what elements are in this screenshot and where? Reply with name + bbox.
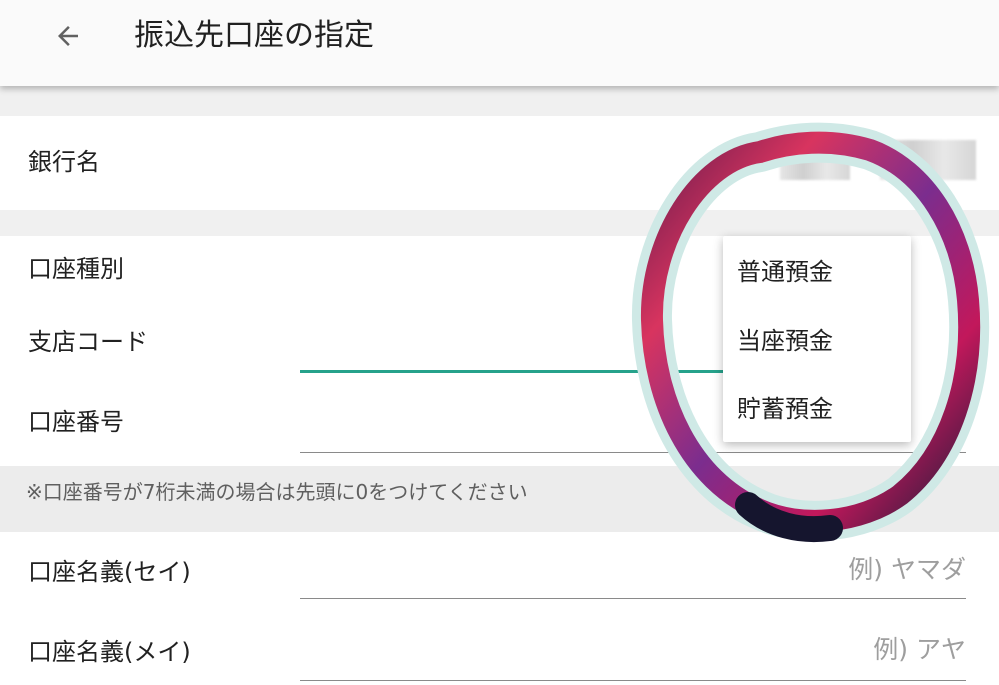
- account-number-label: 口座番号: [28, 408, 124, 436]
- account-number-placeholder-suffix: ): [948, 409, 958, 438]
- page-title: 振込先口座の指定: [134, 18, 374, 53]
- account-holder-card: 口座名義(セイ) 例) ヤマダ 口座名義(メイ) 例) アヤ: [0, 532, 999, 685]
- app-bar: 振込先口座の指定: [0, 0, 999, 86]
- account-holder-mei-underline: [300, 680, 966, 681]
- account-holder-sei-label: 口座名義(セイ): [28, 558, 191, 586]
- bank-name-value-redacted-2: [880, 140, 976, 180]
- dropdown-option-ordinary[interactable]: 普通預金: [737, 256, 833, 288]
- bank-name-label: 銀行名: [28, 148, 100, 176]
- account-holder-sei-underline: [300, 598, 966, 599]
- back-button[interactable]: [46, 14, 90, 58]
- account-number-note: ※口座番号が7桁未満の場合は先頭に0をつけてください: [26, 480, 528, 504]
- branch-code-input-underline[interactable]: [300, 370, 724, 373]
- account-number-input-underline[interactable]: [300, 452, 966, 453]
- branch-code-label: 支店コード: [28, 328, 148, 356]
- account-type-dropdown: 普通預金 当座預金 貯蓄預金: [723, 236, 911, 442]
- account-number-placeholder[interactable]: 例: [665, 404, 690, 436]
- dropdown-option-savings[interactable]: 貯蓄預金: [737, 393, 833, 425]
- account-type-label: 口座種別: [28, 255, 124, 283]
- bank-name-value-redacted: [780, 140, 850, 180]
- account-holder-mei-input[interactable]: 例) アヤ: [873, 634, 966, 666]
- dropdown-option-checking[interactable]: 当座預金: [737, 325, 833, 357]
- account-holder-sei-input[interactable]: 例) ヤマダ: [848, 554, 966, 586]
- account-holder-mei-label: 口座名義(メイ): [28, 638, 191, 666]
- arrow-left-icon: [58, 26, 78, 46]
